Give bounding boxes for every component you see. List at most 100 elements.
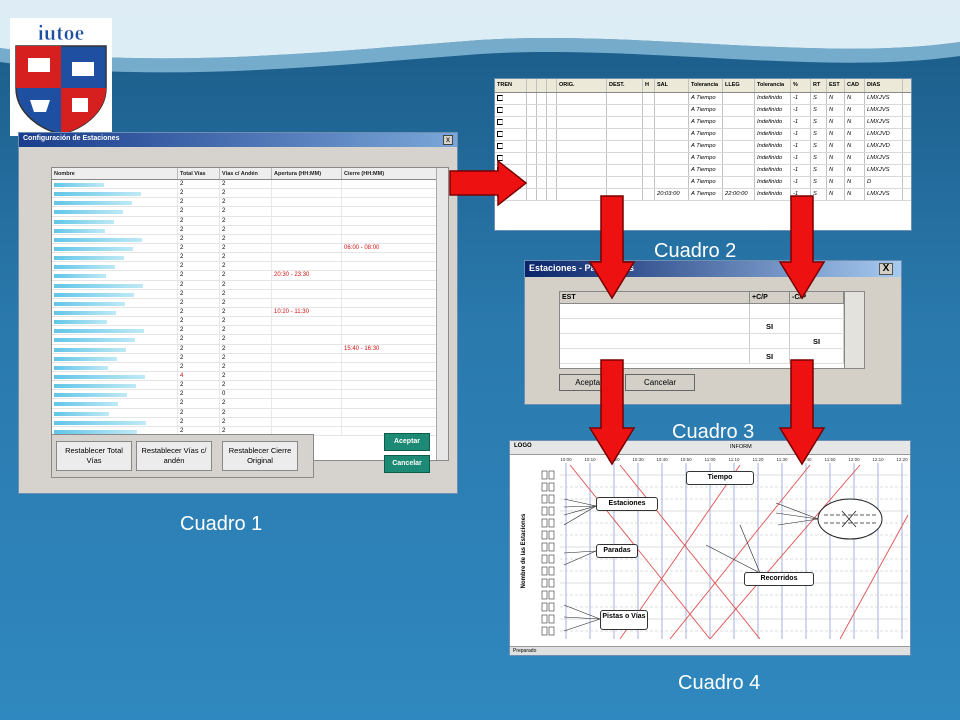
col-header[interactable]: % <box>791 79 811 92</box>
table-cell[interactable] <box>643 165 655 176</box>
col-header[interactable]: ORIG. <box>557 79 607 92</box>
table-cell[interactable]: N <box>827 141 845 152</box>
table-row[interactable]: 22 <box>52 180 448 190</box>
table-cell[interactable]: 2 <box>178 243 220 253</box>
table-cell[interactable]: Indefinido <box>755 141 791 152</box>
table-cell[interactable]: 20:30 - 23:30 <box>272 271 342 280</box>
table-row[interactable]: 2 2 15:40 - 16:30 <box>52 344 448 354</box>
table-cell[interactable]: 2 <box>178 408 220 417</box>
table-cell[interactable] <box>607 165 643 176</box>
table-cell[interactable]: N <box>845 153 865 164</box>
station-name-cell[interactable] <box>52 234 178 243</box>
station-name-cell[interactable] <box>52 207 178 216</box>
table-cell[interactable] <box>342 280 438 289</box>
table-cell[interactable] <box>547 93 557 104</box>
table-cell[interactable] <box>272 198 342 207</box>
station-name-cell[interactable] <box>52 408 178 417</box>
station-name-cell[interactable] <box>52 289 178 298</box>
table-cell[interactable] <box>607 93 643 104</box>
table-cell[interactable]: N <box>845 177 865 188</box>
station-name-cell[interactable] <box>52 371 178 381</box>
station-name-cell[interactable] <box>52 262 178 271</box>
table-cell[interactable] <box>272 234 342 243</box>
table-cell[interactable]: N <box>845 105 865 116</box>
table-cell[interactable] <box>547 141 557 152</box>
table-cell[interactable] <box>342 381 438 390</box>
table-cell[interactable] <box>643 189 655 200</box>
table-cell[interactable]: Indefinido <box>755 165 791 176</box>
table-cell[interactable]: N <box>845 93 865 104</box>
table-cell[interactable]: 2 <box>220 225 272 234</box>
table-cell[interactable]: A Tiempo <box>689 141 723 152</box>
table-cell[interactable] <box>547 117 557 128</box>
table-cell[interactable]: 2 <box>220 198 272 207</box>
table-cell[interactable] <box>342 189 438 198</box>
table-row[interactable]: 22 <box>52 225 448 235</box>
table-cell[interactable] <box>723 117 755 128</box>
station-name-cell[interactable] <box>52 326 178 335</box>
table-cell[interactable] <box>557 93 607 104</box>
table-row[interactable]: 22 <box>52 280 448 290</box>
table-cell[interactable] <box>342 289 438 298</box>
table-cell[interactable]: 2 <box>220 326 272 335</box>
station-name-cell[interactable] <box>52 381 178 390</box>
table-cell[interactable] <box>342 353 438 362</box>
table-cell[interactable]: Indefinido <box>755 177 791 188</box>
table-cell[interactable]: 2 <box>178 253 220 262</box>
table-cell[interactable] <box>272 399 342 408</box>
table-cell[interactable]: Indefinido <box>755 129 791 140</box>
table-cell[interactable] <box>655 129 689 140</box>
table-cell[interactable]: 2 <box>220 335 272 344</box>
table-cell[interactable] <box>537 129 547 140</box>
table-cell[interactable] <box>537 153 547 164</box>
table-cell[interactable] <box>723 141 755 152</box>
table-cell[interactable]: 20:03:00 <box>655 189 689 200</box>
table-cell[interactable] <box>547 189 557 200</box>
table-cell[interactable]: A Tiempo <box>689 93 723 104</box>
inform-label[interactable]: INFORM <box>730 444 752 450</box>
table-cell[interactable] <box>607 105 643 116</box>
table-row[interactable]: 22 <box>52 408 448 418</box>
table-cell[interactable]: 2 <box>178 189 220 198</box>
table-cell[interactable]: 2 <box>220 207 272 216</box>
table-row[interactable]: A Tiempo Indefinido -1 S N N LMXJVS <box>495 117 911 129</box>
table-cell[interactable]: 2 <box>178 262 220 271</box>
table-cell[interactable] <box>272 225 342 234</box>
table-cell[interactable] <box>723 105 755 116</box>
table-cell[interactable] <box>643 129 655 140</box>
table-cell[interactable]: 2 <box>178 198 220 207</box>
table-cell[interactable]: -1 <box>791 153 811 164</box>
table-cell[interactable] <box>537 105 547 116</box>
table-cell[interactable] <box>527 105 537 116</box>
table-cell[interactable]: N <box>845 117 865 128</box>
table-row[interactable]: A Tiempo Indefinido -1 S N N LMXJVS <box>495 105 911 117</box>
station-name-cell[interactable] <box>52 253 178 262</box>
table-cell[interactable]: N <box>845 141 865 152</box>
table-row[interactable]: 22 <box>52 335 448 345</box>
table-cell[interactable] <box>342 326 438 335</box>
table-cell[interactable]: Indefinido <box>755 93 791 104</box>
table-cell[interactable]: A Tiempo <box>689 105 723 116</box>
table-cell[interactable]: S <box>811 177 827 188</box>
table-cell[interactable] <box>557 177 607 188</box>
col-header[interactable]: RT <box>811 79 827 92</box>
table-cell[interactable]: 2 <box>220 417 272 426</box>
table-cell[interactable] <box>643 177 655 188</box>
table-cell[interactable]: D <box>865 177 903 188</box>
table-cell[interactable]: 2 <box>178 353 220 362</box>
table-cell[interactable] <box>723 129 755 140</box>
table-row[interactable]: 22 <box>52 381 448 391</box>
table-cell[interactable] <box>655 177 689 188</box>
aceptar-button[interactable]: Aceptar <box>384 433 430 451</box>
table-cell[interactable]: LMXJVS <box>865 105 903 116</box>
table-cell[interactable] <box>272 262 342 271</box>
table-cell[interactable] <box>643 117 655 128</box>
table-cell[interactable]: A Tiempo <box>689 177 723 188</box>
plus-cp-cell[interactable] <box>750 304 790 318</box>
table-cell[interactable]: LMXJVS <box>865 165 903 176</box>
checkbox-cell[interactable] <box>495 141 527 152</box>
table-cell[interactable]: 2 <box>220 399 272 408</box>
table-cell[interactable] <box>342 390 438 399</box>
station-name-cell[interactable] <box>52 317 178 326</box>
table-row[interactable]: 22 <box>52 216 448 226</box>
